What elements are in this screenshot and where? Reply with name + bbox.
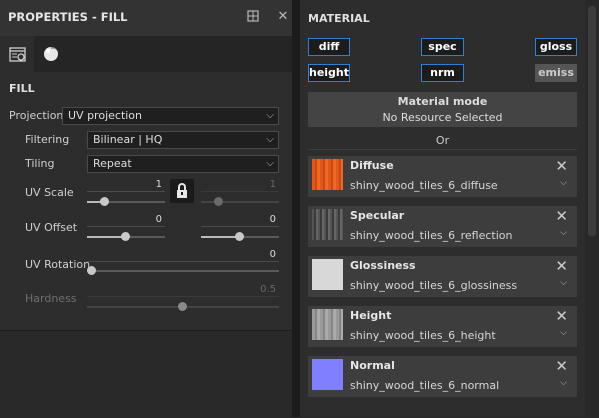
chevron-down-icon[interactable]: ⌵ bbox=[560, 178, 567, 188]
hardness-knob[interactable] bbox=[178, 302, 187, 311]
uv-offset-u-field-line bbox=[87, 226, 165, 227]
chevron-down-icon[interactable]: ⌵ bbox=[560, 278, 567, 288]
lock-ratio-button[interactable] bbox=[170, 179, 194, 203]
material-title: MATERIAL bbox=[308, 12, 370, 25]
uv-offset-v-value[interactable]: 0 bbox=[212, 214, 276, 225]
material-mode-value: No Resource Selected bbox=[382, 111, 503, 124]
material-sphere-icon bbox=[44, 47, 59, 61]
close-icon[interactable]: ✕ bbox=[555, 357, 568, 375]
channel-height-button[interactable]: height bbox=[308, 64, 350, 82]
uv-offset-v-field-line bbox=[201, 226, 279, 227]
slot-resource: shiny_wood_tiles_6_normal bbox=[350, 379, 500, 392]
uv-rotation-knob[interactable] bbox=[87, 266, 96, 275]
or-separator: Or bbox=[435, 134, 450, 147]
slot-name: Normal bbox=[350, 359, 395, 372]
chevron-down-icon: ⌵ bbox=[266, 158, 274, 169]
properties-panel: PROPERTIES - FILL ✕ FILL Projection UV p… bbox=[0, 0, 292, 418]
channel-gloss-button[interactable]: gloss bbox=[535, 38, 577, 56]
divider bbox=[308, 149, 577, 150]
channel-spec-button[interactable]: spec bbox=[421, 38, 464, 56]
slot-name: Height bbox=[350, 309, 392, 322]
close-icon[interactable]: ✕ bbox=[555, 257, 568, 275]
tiling-value: Repeat bbox=[93, 157, 132, 170]
tiling-label: Tiling bbox=[25, 157, 55, 170]
fill-properties-icon bbox=[9, 47, 26, 62]
slot-diffuse[interactable]: Diffuse shiny_wood_tiles_6_diffuse ✕ ⌵ bbox=[308, 156, 577, 197]
slot-resource: shiny_wood_tiles_6_diffuse bbox=[350, 179, 498, 192]
slot-resource: shiny_wood_tiles_6_glossiness bbox=[350, 279, 518, 292]
uv-offset-v-knob[interactable] bbox=[235, 232, 244, 241]
hardness-value[interactable]: 0.5 bbox=[200, 284, 276, 295]
chevron-down-icon: ⌵ bbox=[266, 134, 274, 145]
hardness-label: Hardness bbox=[25, 292, 77, 305]
slot-resource: shiny_wood_tiles_6_reflection bbox=[350, 229, 513, 242]
close-icon[interactable]: ✕ bbox=[276, 10, 290, 24]
uv-offset-label: UV Offset bbox=[25, 221, 78, 234]
uv-offset-u-value[interactable]: 0 bbox=[100, 214, 162, 225]
uv-offset-v-fill bbox=[201, 236, 239, 238]
panel-title: PROPERTIES - FILL bbox=[8, 10, 128, 24]
projection-select[interactable]: UV projection ⌵ bbox=[62, 107, 279, 125]
uv-scale-u-field-line bbox=[87, 191, 165, 192]
panel-splitter[interactable] bbox=[292, 0, 300, 417]
properties-tabbar bbox=[0, 36, 292, 72]
normal-thumbnail bbox=[312, 359, 343, 390]
material-mode-box[interactable]: Material mode No Resource Selected bbox=[308, 92, 577, 127]
specular-thumbnail bbox=[312, 209, 343, 240]
channel-nrm-button[interactable]: nrm bbox=[421, 64, 464, 82]
properties-header: PROPERTIES - FILL ✕ bbox=[0, 0, 292, 36]
lock-icon bbox=[177, 183, 187, 198]
glossiness-thumbnail bbox=[312, 259, 343, 290]
projection-label: Projection bbox=[9, 109, 64, 122]
uv-rotation-track[interactable] bbox=[87, 270, 279, 272]
slot-name: Glossiness bbox=[350, 259, 416, 272]
maximize-icon[interactable] bbox=[246, 10, 260, 24]
slot-name: Diffuse bbox=[350, 159, 394, 172]
chevron-down-icon[interactable]: ⌵ bbox=[560, 228, 567, 238]
uv-scale-u-knob[interactable] bbox=[100, 197, 109, 206]
channel-diff-button[interactable]: diff bbox=[308, 38, 350, 56]
filtering-select[interactable]: Bilinear | HQ ⌵ bbox=[87, 131, 279, 149]
tab-fill-properties[interactable] bbox=[0, 36, 34, 72]
uv-offset-u-knob[interactable] bbox=[121, 232, 130, 241]
material-panel: MATERIAL diff spec gloss height nrm emis… bbox=[300, 0, 599, 417]
uv-scale-u-value[interactable]: 1 bbox=[100, 179, 162, 190]
slot-name: Specular bbox=[350, 209, 405, 222]
uv-rotation-value[interactable]: 0 bbox=[200, 249, 276, 260]
tiling-select[interactable]: Repeat ⌵ bbox=[87, 155, 279, 173]
uv-scale-v-track[interactable] bbox=[201, 201, 279, 203]
material-mode-title: Material mode bbox=[397, 95, 488, 108]
empty-panel-area bbox=[0, 330, 292, 418]
close-icon[interactable]: ✕ bbox=[555, 157, 568, 175]
section-title: FILL bbox=[9, 82, 35, 95]
tab-material[interactable] bbox=[34, 36, 68, 72]
chevron-down-icon[interactable]: ⌵ bbox=[560, 328, 567, 338]
slot-normal[interactable]: Normal shiny_wood_tiles_6_normal ✕ ⌵ bbox=[308, 356, 577, 397]
slot-glossiness[interactable]: Glossiness shiny_wood_tiles_6_glossiness… bbox=[308, 256, 577, 297]
close-icon[interactable]: ✕ bbox=[555, 207, 568, 225]
hardness-field-line bbox=[87, 296, 279, 297]
diffuse-thumbnail bbox=[312, 159, 343, 190]
uv-rotation-field-line bbox=[87, 261, 279, 262]
filtering-value: Bilinear | HQ bbox=[93, 133, 163, 146]
uv-offset-u-fill bbox=[87, 236, 125, 238]
channel-emiss-button[interactable]: emiss bbox=[535, 64, 577, 82]
chevron-down-icon: ⌵ bbox=[266, 110, 274, 121]
projection-value: UV projection bbox=[68, 109, 143, 122]
close-icon[interactable]: ✕ bbox=[555, 307, 568, 325]
uv-scale-v-value[interactable]: 1 bbox=[212, 179, 276, 190]
uv-scale-v-knob[interactable] bbox=[214, 197, 223, 206]
slot-height[interactable]: Height shiny_wood_tiles_6_height ✕ ⌵ bbox=[308, 306, 577, 347]
uv-scale-label: UV Scale bbox=[25, 186, 74, 199]
slot-resource: shiny_wood_tiles_6_height bbox=[350, 329, 496, 342]
scrollbar-thumb[interactable] bbox=[588, 6, 596, 236]
filtering-label: Filtering bbox=[25, 133, 70, 146]
slot-specular[interactable]: Specular shiny_wood_tiles_6_reflection ✕… bbox=[308, 206, 577, 247]
chevron-down-icon[interactable]: ⌵ bbox=[560, 378, 567, 388]
uv-rotation-label: UV Rotation bbox=[25, 258, 91, 271]
uv-scale-v-field-line bbox=[201, 191, 279, 192]
height-thumbnail bbox=[312, 309, 343, 340]
